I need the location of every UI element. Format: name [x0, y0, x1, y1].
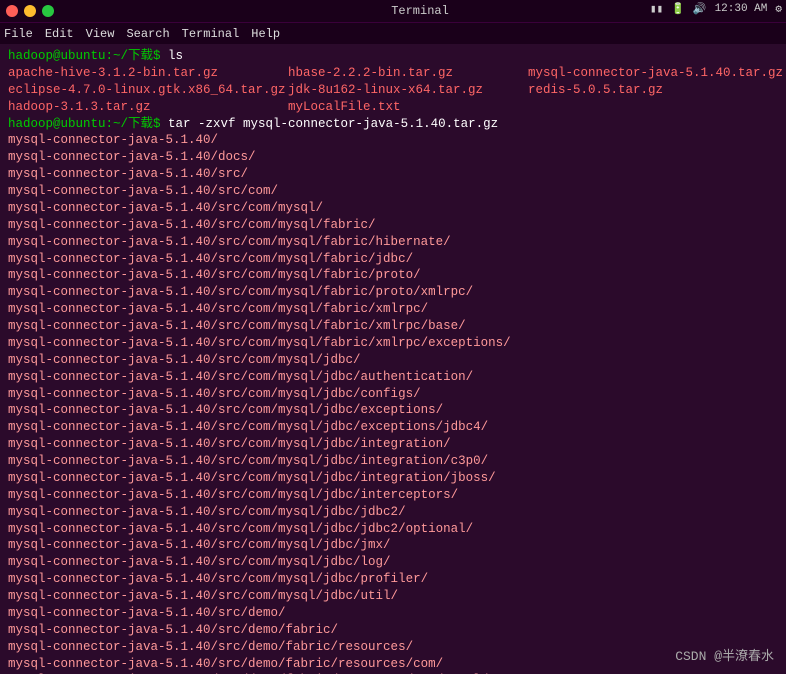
settings-icon[interactable]: ⚙ — [775, 2, 782, 16]
menu-terminal[interactable]: Terminal — [182, 27, 240, 41]
terminal-line: mysql-connector-java-5.1.40/src/com/mysq… — [8, 521, 778, 538]
terminal-line: mysql-connector-java-5.1.40/src/com/mysq… — [8, 419, 778, 436]
terminal-line: mysql-connector-java-5.1.40/src/com/mysq… — [8, 318, 778, 335]
menu-edit[interactable]: Edit — [45, 27, 74, 41]
watermark: CSDN @半潦春水 — [675, 645, 774, 664]
terminal-line: mysql-connector-java-5.1.40/src/com/mysq… — [8, 436, 778, 453]
terminal-line: mysql-connector-java-5.1.40/src/com/mysq… — [8, 200, 778, 217]
terminal-line: mysql-connector-java-5.1.40/src/com/mysq… — [8, 588, 778, 605]
terminal-line: mysql-connector-java-5.1.40/src/com/mysq… — [8, 571, 778, 588]
menubar: File Edit View Search Terminal Help — [0, 22, 786, 44]
terminal-body[interactable]: hadoop@ubuntu:~/下载$ lsapache-hive-3.1.2-… — [0, 44, 786, 674]
terminal-line: mysql-connector-java-5.1.40/src/com/mysq… — [8, 352, 778, 369]
terminal-line: hadoop@ubuntu:~/下载$ tar -zxvf mysql-conn… — [8, 116, 778, 133]
menu-file[interactable]: File — [4, 27, 33, 41]
tray-icon-battery: 🔋 — [671, 2, 685, 16]
maximize-button[interactable] — [42, 5, 54, 17]
terminal-line: mysql-connector-java-5.1.40/ — [8, 132, 778, 149]
terminal-line: mysql-connector-java-5.1.40/src/demo/fab… — [8, 622, 778, 639]
menu-view[interactable]: View — [86, 27, 115, 41]
terminal-line: mysql-connector-java-5.1.40/src/com/mysq… — [8, 537, 778, 554]
terminal-line: mysql-connector-java-5.1.40/src/com/mysq… — [8, 301, 778, 318]
menu-help[interactable]: Help — [251, 27, 280, 41]
terminal-line: hadoop-3.1.3.tar.gzmyLocalFile.txt — [8, 99, 778, 116]
terminal-line: mysql-connector-java-5.1.40/src/com/mysq… — [8, 267, 778, 284]
terminal-line: mysql-connector-java-5.1.40/src/com/mysq… — [8, 487, 778, 504]
tray-icon-volume: 🔊 — [693, 2, 707, 16]
terminal-line: mysql-connector-java-5.1.40/src/com/mysq… — [8, 234, 778, 251]
terminal-line: mysql-connector-java-5.1.40/src/com/ — [8, 183, 778, 200]
terminal-line: mysql-connector-java-5.1.40/src/com/mysq… — [8, 470, 778, 487]
terminal-line: eclipse-4.7.0-linux.gtk.x86_64.tar.gzjdk… — [8, 82, 778, 99]
terminal-line: mysql-connector-java-5.1.40/src/com/mysq… — [8, 217, 778, 234]
minimize-button[interactable] — [24, 5, 36, 17]
menu-search[interactable]: Search — [126, 27, 169, 41]
terminal-line: mysql-connector-java-5.1.40/src/com/mysq… — [8, 251, 778, 268]
terminal-line: mysql-connector-java-5.1.40/src/ — [8, 166, 778, 183]
terminal-line: mysql-connector-java-5.1.40/src/com/mysq… — [8, 453, 778, 470]
terminal-line: mysql-connector-java-5.1.40/src/demo/fab… — [8, 656, 778, 673]
system-tray: ▮▮ 🔋 🔊 12:30 AM ⚙ — [650, 2, 782, 16]
terminal-line: mysql-connector-java-5.1.40/src/com/mysq… — [8, 369, 778, 386]
terminal-line: mysql-connector-java-5.1.40/src/demo/fab… — [8, 639, 778, 656]
terminal-line: mysql-connector-java-5.1.40/src/com/mysq… — [8, 386, 778, 403]
close-button[interactable] — [6, 5, 18, 17]
tray-indicator: ▮▮ — [650, 2, 663, 16]
terminal-line: hadoop@ubuntu:~/下载$ ls — [8, 48, 778, 65]
terminal-line: apache-hive-3.1.2-bin.tar.gzhbase-2.2.2-… — [8, 65, 778, 82]
clock-label: 12:30 AM — [715, 3, 768, 15]
terminal-line: mysql-connector-java-5.1.40/src/com/mysq… — [8, 402, 778, 419]
terminal-line: mysql-connector-java-5.1.40/src/com/mysq… — [8, 504, 778, 521]
terminal-line: mysql-connector-java-5.1.40/src/com/mysq… — [8, 335, 778, 352]
terminal-line: mysql-connector-java-5.1.40/src/com/mysq… — [8, 284, 778, 301]
terminal-line: mysql-connector-java-5.1.40/src/com/mysq… — [8, 554, 778, 571]
terminal-line: mysql-connector-java-5.1.40/src/demo/ — [8, 605, 778, 622]
terminal-line: mysql-connector-java-5.1.40/docs/ — [8, 149, 778, 166]
